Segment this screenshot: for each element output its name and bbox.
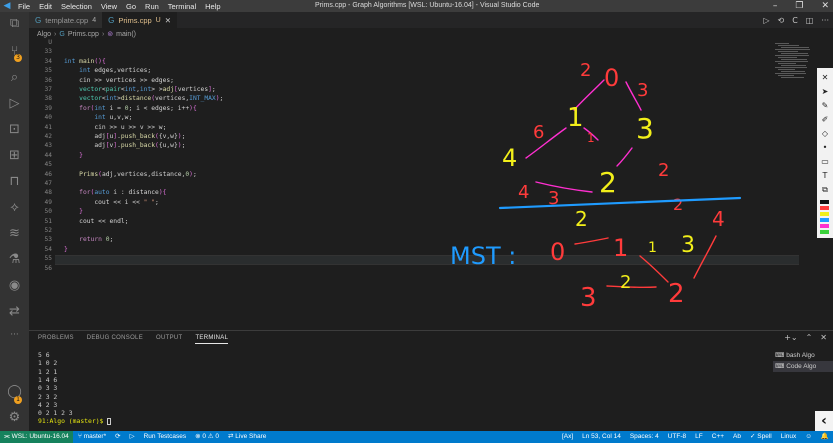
bottom-panel: PROBLEMS DEBUG CONSOLE OUTPUT TERMINAL +… xyxy=(29,330,833,431)
status-item[interactable]: Spaces: 4 xyxy=(630,431,659,443)
status-item[interactable]: ☺ xyxy=(805,431,812,443)
status-left: ⑂ master* ⟳ ▷ Run Testcases ⊗ 0 ⚠ 0 ⇄ Li… xyxy=(78,431,266,443)
weight-1-4: 6 xyxy=(533,122,544,143)
node-4: 4 xyxy=(502,144,517,172)
color-green-icon[interactable] xyxy=(820,230,829,234)
mst-weight-0-1: 2 xyxy=(575,207,588,231)
branch-indicator[interactable]: ⑂ master* xyxy=(78,431,106,443)
mst-edge-3-2 xyxy=(606,285,657,289)
terminal-line: 2 3 2 xyxy=(38,392,58,401)
edge-4-2 xyxy=(535,181,593,193)
maximize-panel-icon[interactable]: ⌃ xyxy=(806,333,813,342)
screenshot-icon[interactable]: ⧉ xyxy=(819,184,831,196)
status-bar: ⫘ WSL: Ubuntu-16.04 ⑂ master* ⟳ ▷ Run Te… xyxy=(0,431,833,443)
terminal-cursor xyxy=(107,417,112,425)
node-3: 3 xyxy=(636,112,654,145)
annotation-toolbar: ✕ ➤ ✎ ✐ ◇ • ▭ T ⧉ xyxy=(817,68,833,238)
pen-icon[interactable]: ✎ xyxy=(819,100,831,112)
status-right: [Ax] Ln 53, Col 14 Spaces: 4 UTF-8 LF C++ Ab ✓ … xyxy=(562,431,829,443)
terminal-line: 1 0 2 xyxy=(38,359,58,368)
mst-node-3: 3 xyxy=(681,233,695,258)
close-panel-icon[interactable]: ✕ xyxy=(820,333,827,342)
run-testcases-button[interactable]: Run Testcases xyxy=(144,431,187,443)
terminal-item-code[interactable]: ⌨ Code Algo xyxy=(773,361,833,372)
color-yellow-icon[interactable] xyxy=(820,212,829,216)
close-toolbar-icon[interactable]: ✕ xyxy=(819,72,831,84)
status-item[interactable]: [Ax] xyxy=(562,431,573,443)
divider-line xyxy=(498,196,742,210)
color-magenta-icon[interactable] xyxy=(820,224,829,228)
mst-node-3b: 3 xyxy=(580,283,597,313)
live-share-button[interactable]: ⇄ Live Share xyxy=(228,431,266,443)
color-red-icon[interactable] xyxy=(820,206,829,210)
mst-edge-0-1 xyxy=(574,237,609,245)
terminal-line: 5 6 xyxy=(38,351,50,359)
mst-weight-1-2: 1 xyxy=(648,240,657,256)
terminal-line: 0 2 1 2 3 xyxy=(38,409,73,418)
mst-weight-3-2: 2 xyxy=(620,272,631,293)
edge-3-2 xyxy=(616,147,633,167)
new-terminal-icon[interactable]: +⌄ xyxy=(784,333,797,342)
sync-icon[interactable]: ⟳ xyxy=(115,431,120,443)
mst-node-2: 2 xyxy=(668,279,685,309)
text-icon[interactable]: T xyxy=(819,170,831,182)
dot-icon[interactable]: • xyxy=(819,142,831,154)
mst-edge-2-4 xyxy=(693,235,717,279)
status-item[interactable]: ✓ Spell xyxy=(750,431,772,443)
mst-node-0: 0 xyxy=(550,238,565,266)
panel-tabs: PROBLEMS DEBUG CONSOLE OUTPUT TERMINAL xyxy=(38,335,229,344)
tab-terminal[interactable]: TERMINAL xyxy=(195,335,229,344)
terminal-line: 0 3 3 xyxy=(38,384,58,393)
edge-1-4 xyxy=(525,127,567,159)
tab-output[interactable]: OUTPUT xyxy=(156,335,182,344)
terminal-line: 1 4 6 xyxy=(38,375,58,384)
terminal-line: 4 2 3 xyxy=(38,400,58,409)
weight-4-2: 4 xyxy=(518,182,529,203)
status-item[interactable]: 🔔 xyxy=(821,431,829,443)
tab-problems[interactable]: PROBLEMS xyxy=(38,335,74,344)
weight-1-2: 1 xyxy=(587,131,595,145)
tab-debug-console[interactable]: DEBUG CONSOLE xyxy=(87,335,143,344)
mst-weight-2-4: 4 xyxy=(712,207,725,231)
node-1: 1 xyxy=(567,103,584,133)
run-icon[interactable]: ▷ xyxy=(130,431,135,443)
status-item[interactable]: Ab xyxy=(733,431,741,443)
node-0: 0 xyxy=(604,64,619,92)
weight-0-3: 3 xyxy=(637,80,648,101)
color-black-icon[interactable] xyxy=(820,200,829,204)
weight-3-2: 2 xyxy=(658,160,669,181)
mst-node-1: 1 xyxy=(613,234,628,262)
node-2: 2 xyxy=(599,166,617,199)
remote-indicator[interactable]: ⫘ WSL: Ubuntu-16.04 xyxy=(0,431,73,443)
eraser-icon[interactable]: ◇ xyxy=(819,128,831,140)
terminal-item-bash[interactable]: ⌨ bash Algo xyxy=(773,350,833,361)
terminal-prompt[interactable]: 91:Algo (master)$ xyxy=(38,417,112,425)
status-item[interactable]: Linux xyxy=(781,431,797,443)
status-item[interactable]: Ln 53, Col 14 xyxy=(582,431,621,443)
chevron-left-icon[interactable]: ‹ xyxy=(815,411,833,431)
mst-label: MST : xyxy=(450,242,516,270)
terminal-line: 1 2 1 xyxy=(38,367,58,376)
pointer-icon[interactable]: ➤ xyxy=(819,86,831,98)
weight-0-1: 2 xyxy=(580,60,591,81)
shape-icon[interactable]: ▭ xyxy=(819,156,831,168)
highlighter-icon[interactable]: ✐ xyxy=(819,114,831,126)
terminal-list: ⌨ bash Algo ⌨ Code Algo xyxy=(773,350,833,372)
status-item[interactable]: LF xyxy=(695,431,703,443)
problems-indicator[interactable]: ⊗ 0 ⚠ 0 xyxy=(195,431,219,443)
status-item[interactable]: C++ xyxy=(712,431,724,443)
weight-extra: 2 xyxy=(673,195,683,214)
status-item[interactable]: UTF-8 xyxy=(668,431,686,443)
mst-edge-1-2 xyxy=(639,255,669,283)
panel-actions: +⌄ ⌃ ✕ xyxy=(784,333,827,342)
color-blue-icon[interactable] xyxy=(820,218,829,222)
